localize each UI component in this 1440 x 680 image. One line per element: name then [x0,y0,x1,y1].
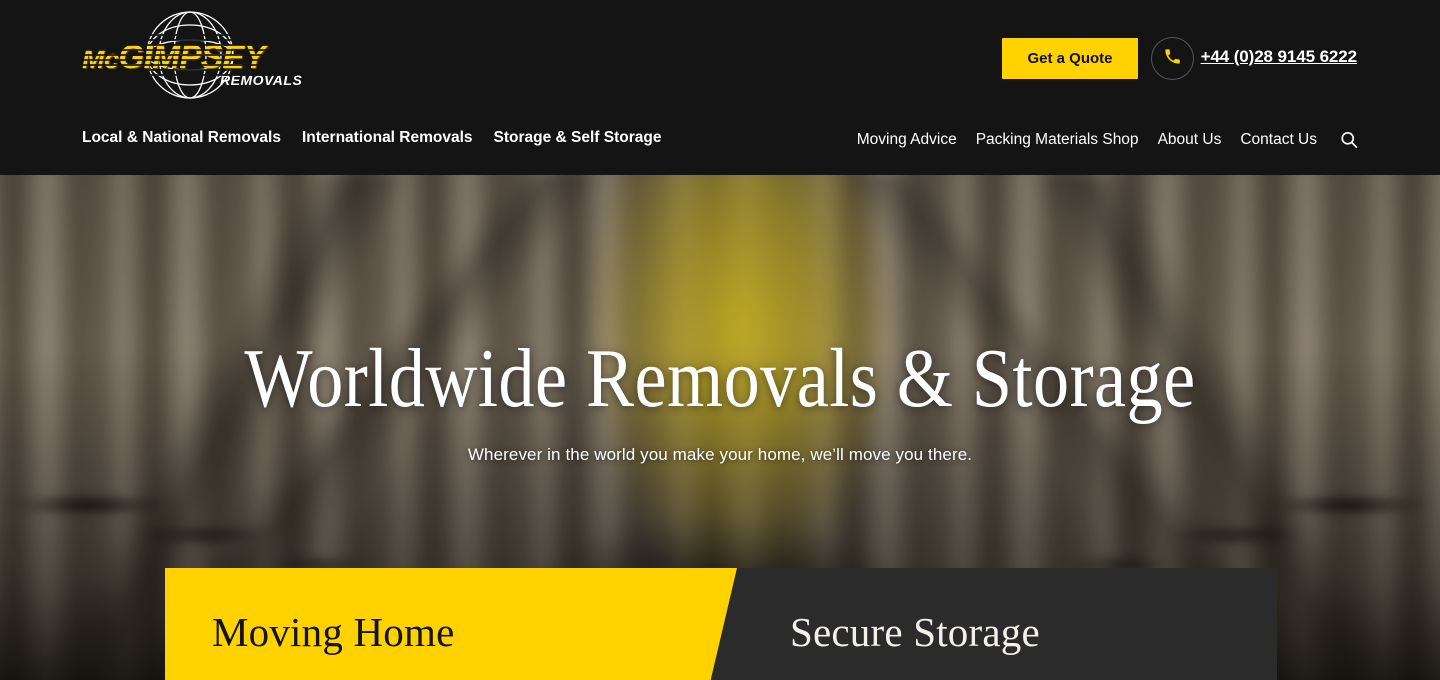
search-icon[interactable] [1338,129,1360,151]
nav-item-about-us[interactable]: About Us [1158,131,1222,149]
site-logo[interactable]: McGIMPSEY REMOVALS [82,10,302,102]
nav-item-storage-self-storage[interactable]: Storage & Self Storage [494,129,662,147]
phone-icon-button[interactable] [1151,37,1194,80]
hero-cards: Moving Home Secure Storage [165,568,1277,680]
phone-icon [1163,47,1182,71]
get-a-quote-button[interactable]: Get a Quote [1002,38,1138,79]
logo-wordmark-mc: Mc [82,44,119,74]
primary-nav: Local & National Removals International … [82,129,662,147]
nav-item-international-removals[interactable]: International Removals [302,129,473,147]
nav-item-contact-us[interactable]: Contact Us [1240,131,1317,149]
card-moving-home-title: Moving Home [212,609,455,655]
hero-subtitle: Wherever in the world you make your home… [467,445,973,464]
logo-wordmark-rest: GIMPSEY [118,38,266,75]
logo-subtitle: REMOVALS [220,72,303,88]
phone-number[interactable]: +44 (0)28 9145 6222 [1201,47,1358,67]
site-header: McGIMPSEY REMOVALS Get a Quote +44 (0)28… [0,0,1440,175]
hero-title: Worldwide Removals & Storage [244,332,1196,425]
secondary-nav: Moving Advice Packing Materials Shop Abo… [857,129,1360,151]
page-root: McGIMPSEY REMOVALS Get a Quote +44 (0)28… [0,0,1440,680]
nav-item-moving-advice[interactable]: Moving Advice [857,131,957,149]
card-secure-storage-title: Secure Storage [790,609,1040,655]
nav-item-local-national-removals[interactable]: Local & National Removals [82,129,281,147]
nav-item-packing-materials-shop[interactable]: Packing Materials Shop [976,131,1139,149]
